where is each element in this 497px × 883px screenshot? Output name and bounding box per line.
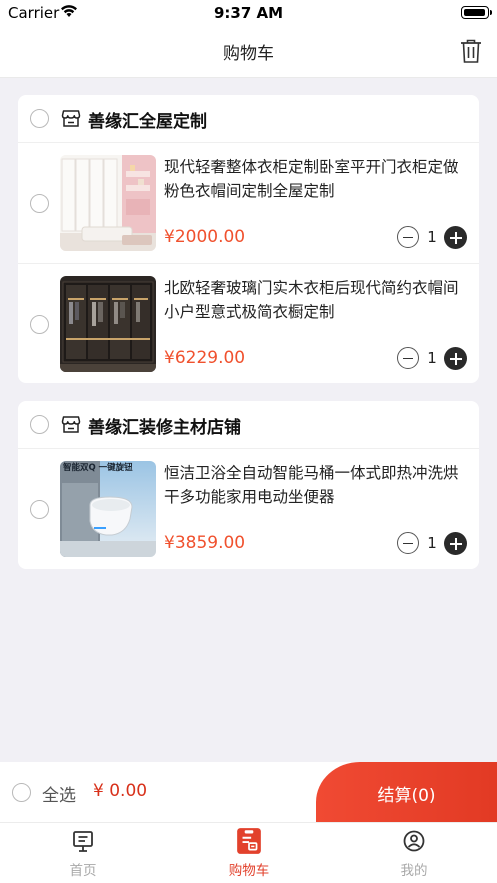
page-title: 购物车: [223, 44, 274, 64]
product-price: ¥6229.00: [164, 348, 246, 368]
clock: 9:37 AM: [213, 4, 284, 22]
shop-header: 善缘汇装修主材店铺: [18, 401, 479, 449]
shop-header: 善缘汇全屋定制: [18, 95, 479, 143]
product-image-caption: 智能双Q 一键旋钮: [63, 463, 133, 473]
tab-home[interactable]: 首页: [0, 823, 166, 883]
item-select-radio[interactable]: [30, 315, 49, 334]
quantity-stepper: 1: [397, 347, 467, 371]
increase-quantity-button[interactable]: [444, 226, 467, 249]
tab-bar: 首页 购物车 我的: [0, 822, 497, 883]
product-image-wardrobe-pink[interactable]: [60, 155, 156, 251]
product-price: ¥3859.00: [164, 533, 246, 553]
increase-quantity-button[interactable]: [444, 347, 467, 370]
shop-card: 善缘汇装修主材店铺 智能双Q 一键旋钮 恒洁卫浴全自动智能马桶一体式即热冲洗烘干…: [18, 401, 479, 569]
quantity-stepper: 1: [397, 226, 467, 250]
product-name[interactable]: 现代轻奢整体衣柜定制卧室平开门衣柜定做粉色衣帽间定制全屋定制: [164, 155, 470, 203]
quantity-value: 1: [427, 228, 437, 246]
profile-icon: [403, 830, 425, 852]
shop-select-radio[interactable]: [30, 109, 49, 128]
select-all-label[interactable]: 全选: [42, 781, 76, 806]
shop-card: 善缘汇全屋定制 现代轻奢整体衣柜定制卧室平开门衣柜定做粉色衣帽间定制全屋定制 ¥…: [18, 95, 479, 383]
tab-label: 首页: [69, 863, 97, 879]
item-select-radio[interactable]: [30, 500, 49, 519]
checkout-button[interactable]: 结算(0): [316, 762, 497, 822]
cart-item: 现代轻奢整体衣柜定制卧室平开门衣柜定做粉色衣帽间定制全屋定制 ¥2000.00 …: [18, 143, 479, 263]
shop-select-radio[interactable]: [30, 415, 49, 434]
product-price: ¥2000.00: [164, 227, 246, 247]
shop-name[interactable]: 善缘汇装修主材店铺: [88, 413, 241, 438]
quantity-value: 1: [427, 534, 437, 552]
product-image-wardrobe-glass[interactable]: [60, 276, 156, 372]
total-price: ¥ 0.00: [93, 781, 148, 801]
tab-profile[interactable]: 我的: [331, 823, 497, 883]
shop-name[interactable]: 善缘汇全屋定制: [88, 107, 207, 132]
decrease-quantity-button[interactable]: [397, 226, 419, 248]
item-select-radio[interactable]: [30, 194, 49, 213]
decrease-quantity-button[interactable]: [397, 347, 419, 369]
nav-bar: 购物车: [0, 26, 497, 78]
product-name[interactable]: 恒洁卫浴全自动智能马桶一体式即热冲洗烘干多功能家用电动坐便器: [164, 461, 470, 509]
battery-icon: [461, 6, 492, 19]
cart-item: 智能双Q 一键旋钮 恒洁卫浴全自动智能马桶一体式即热冲洗烘干多功能家用电动坐便器…: [18, 449, 479, 569]
tab-cart[interactable]: 购物车: [166, 823, 332, 883]
quantity-stepper: 1: [397, 532, 467, 556]
product-name[interactable]: 北欧轻奢玻璃门实木衣柜后现代简约衣帽间小户型意式极简衣橱定制: [164, 276, 470, 324]
status-bar: Carrier 9:37 AM: [0, 0, 497, 26]
home-icon: [73, 831, 93, 852]
cart-item: 北欧轻奢玻璃门实木衣柜后现代简约衣帽间小户型意式极简衣橱定制 ¥6229.00 …: [18, 263, 479, 383]
select-all-radio[interactable]: [12, 783, 31, 802]
checkout-label: 结算(0): [377, 786, 436, 806]
cart-icon: [237, 828, 261, 854]
product-image-smart-toilet[interactable]: 智能双Q 一键旋钮: [60, 461, 156, 557]
quantity-value: 1: [427, 349, 437, 367]
increase-quantity-button[interactable]: [444, 532, 467, 555]
tab-label: 我的: [400, 863, 428, 879]
tab-label: 购物车: [228, 863, 270, 879]
store-icon: [61, 416, 81, 433]
trash-icon[interactable]: [459, 38, 483, 64]
checkout-bar: 全选 ¥ 0.00 结算(0): [0, 762, 497, 822]
decrease-quantity-button[interactable]: [397, 532, 419, 554]
store-icon: [61, 110, 81, 127]
